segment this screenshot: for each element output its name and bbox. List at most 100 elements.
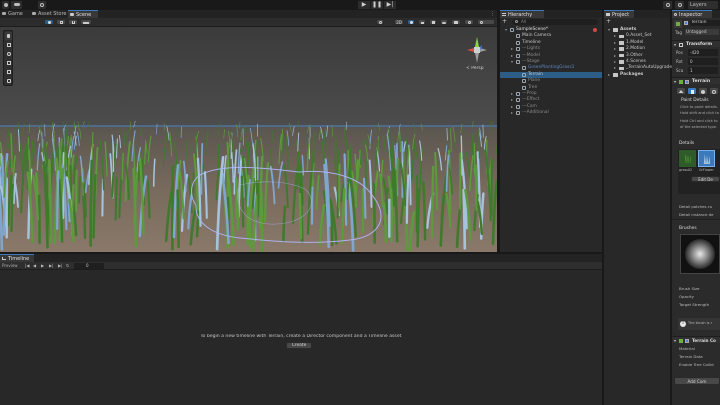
grid-toggle-button[interactable] — [56, 19, 66, 25]
hierarchy-item[interactable]: Main Camera — [500, 33, 602, 39]
chevron-right-icon[interactable]: ▸ — [511, 104, 513, 110]
scene-menu-icon[interactable] — [593, 28, 597, 32]
hierarchy-item[interactable]: ▸ ---Lights — [500, 46, 602, 52]
chevron-right-icon[interactable]: ▸ — [511, 53, 513, 59]
hierarchy-item[interactable]: ▸ ---Additional — [500, 110, 602, 116]
tab-project[interactable]: Project — [604, 10, 634, 18]
project-folder[interactable]: ▸ 3.Other — [604, 53, 670, 59]
project-folder[interactable]: ▸ 1.Model — [604, 40, 670, 46]
paint-trees-button[interactable] — [698, 87, 708, 95]
chevron-right-icon[interactable]: ▸ — [511, 110, 513, 116]
chevron-right-icon[interactable]: ▸ — [614, 65, 616, 71]
enabled-checkbox[interactable] — [685, 79, 689, 84]
snap-button[interactable] — [68, 19, 78, 25]
search-button[interactable] — [675, 1, 684, 9]
tab-game[interactable]: Game — [0, 10, 30, 18]
panel-menu-icon[interactable]: ⋮ — [490, 12, 495, 17]
add-icon[interactable]: + — [502, 19, 508, 25]
step-button[interactable]: ▶| — [384, 1, 396, 9]
detail-grass02-thumb[interactable] — [679, 150, 696, 167]
terrain-component-header[interactable]: ▾ Terrain — [672, 77, 720, 84]
enabled-checkbox[interactable] — [685, 338, 689, 343]
chevron-right-icon[interactable]: ▸ — [511, 91, 513, 97]
paint-details-button[interactable] — [687, 87, 697, 95]
hierarchy-item[interactable]: Plane — [500, 78, 602, 84]
chevron-right-icon[interactable]: ▸ — [608, 72, 610, 78]
hierarchy-item[interactable]: ▸ ---Model — [500, 53, 602, 59]
scene-search-field[interactable] — [477, 19, 495, 25]
chevron-right-icon[interactable]: ▸ — [614, 53, 616, 59]
move-tool-button[interactable] — [5, 41, 12, 49]
hierarchy-item[interactable]: ▸ ---Effect — [500, 97, 602, 103]
brush-preview[interactable] — [680, 234, 720, 274]
projection-label[interactable]: < Persp — [466, 66, 484, 71]
active-checkbox[interactable] — [684, 21, 688, 25]
chevron-right-icon[interactable]: ▸ — [614, 33, 616, 39]
tab-hierarchy[interactable]: Hierarchy — [500, 10, 544, 18]
history-button[interactable] — [663, 1, 672, 9]
add-component-button[interactable]: Add Com — [674, 377, 720, 385]
project-folder[interactable]: ▸ 2.Motion — [604, 46, 670, 52]
shading-mode-button[interactable] — [44, 19, 54, 25]
chevron-right-icon[interactable]: ▸ — [511, 97, 513, 103]
orientation-gizmo[interactable] — [462, 35, 492, 65]
effects-toggle-button[interactable] — [429, 19, 437, 25]
transform-value-field[interactable]: 0 — [688, 58, 718, 65]
scene-viewport[interactable]: < Persp — [0, 27, 497, 252]
hierarchy-item[interactable]: ▸ ---Cam — [500, 104, 602, 110]
lighting-toggle-button[interactable] — [407, 19, 415, 25]
layers-dropdown[interactable]: Layers — [688, 1, 718, 9]
rotate-tool-button[interactable] — [5, 50, 12, 58]
chevron-down-icon[interactable]: ▾ — [505, 27, 507, 33]
hidden-objects-button[interactable] — [440, 19, 448, 25]
raise-terrain-button[interactable] — [676, 87, 686, 95]
tab-inspector[interactable]: Inspector — [672, 10, 712, 18]
play-button[interactable]: ▶ — [358, 1, 370, 9]
camera-settings-button[interactable] — [451, 19, 461, 25]
terrain-settings-button[interactable] — [709, 87, 719, 95]
hierarchy-search-input[interactable]: All — [512, 19, 598, 25]
account-button[interactable] — [2, 1, 9, 9]
transform-value-field[interactable]: -420 — [688, 49, 718, 56]
hierarchy-item[interactable]: ▸ ---Prop — [500, 91, 602, 97]
tag-dropdown[interactable]: Untagged — [685, 29, 719, 35]
rect-tool-button[interactable] — [5, 68, 12, 76]
chevron-right-icon[interactable]: ▸ — [614, 59, 616, 65]
create-timeline-button[interactable]: Create — [286, 342, 312, 349]
transform-value-field[interactable]: 1 — [688, 67, 718, 74]
project-folder[interactable]: ▸ Packages — [604, 72, 670, 78]
chevron-right-icon[interactable]: ▸ — [614, 40, 616, 46]
hierarchy-item[interactable]: Terrain — [500, 71, 602, 78]
hierarchy-item[interactable]: GreenPlantingGrass1 — [500, 65, 602, 71]
terrain-collider-header[interactable]: ▾ Terrain Co — [672, 336, 720, 343]
chevron-right-icon[interactable]: ▸ — [511, 46, 513, 52]
object-name-field[interactable]: Terrain — [690, 20, 720, 26]
transform-header[interactable]: ▾ Transform — [672, 40, 720, 47]
hierarchy-item[interactable]: Tree — [500, 85, 602, 91]
increment-snap-button[interactable] — [80, 19, 92, 25]
project-folder[interactable]: ▸ _TerrainAutoUpgrade — [604, 65, 672, 71]
paint-desc-line: of the selected type. — [680, 124, 718, 129]
cloud-button[interactable] — [11, 1, 22, 9]
hierarchy-item[interactable]: ▾ SampleScene* — [500, 27, 602, 33]
tab-timeline[interactable]: Timeline — [0, 254, 34, 262]
chevron-right-icon[interactable]: ▾ — [608, 27, 610, 33]
collab-button[interactable] — [38, 1, 46, 9]
2d-toggle-button[interactable]: 2D — [394, 19, 404, 25]
project-folder[interactable]: ▸ 0.Asset_Set — [604, 33, 670, 39]
create-icon[interactable]: + — [606, 19, 612, 25]
edit-details-button[interactable]: Edit De — [691, 176, 720, 182]
chevron-right-icon[interactable]: ▸ — [614, 46, 616, 52]
draw-mode-button[interactable] — [376, 19, 384, 25]
transform-tool-button[interactable] — [5, 77, 12, 85]
tab-scene[interactable]: Scene — [68, 10, 98, 18]
pause-button[interactable]: ❚❚ — [371, 1, 383, 9]
chevron-right-icon[interactable]: ▾ — [511, 59, 513, 65]
scale-tool-button[interactable] — [5, 59, 12, 67]
gizmos-button[interactable] — [464, 19, 474, 25]
hand-tool-button[interactable] — [5, 32, 12, 40]
detail-flower-thumb[interactable] — [698, 150, 715, 167]
hierarchy-item[interactable]: Timeline — [500, 40, 602, 46]
audio-toggle-button[interactable] — [418, 19, 426, 25]
tab-asset-store[interactable]: Asset Store — [30, 10, 68, 18]
